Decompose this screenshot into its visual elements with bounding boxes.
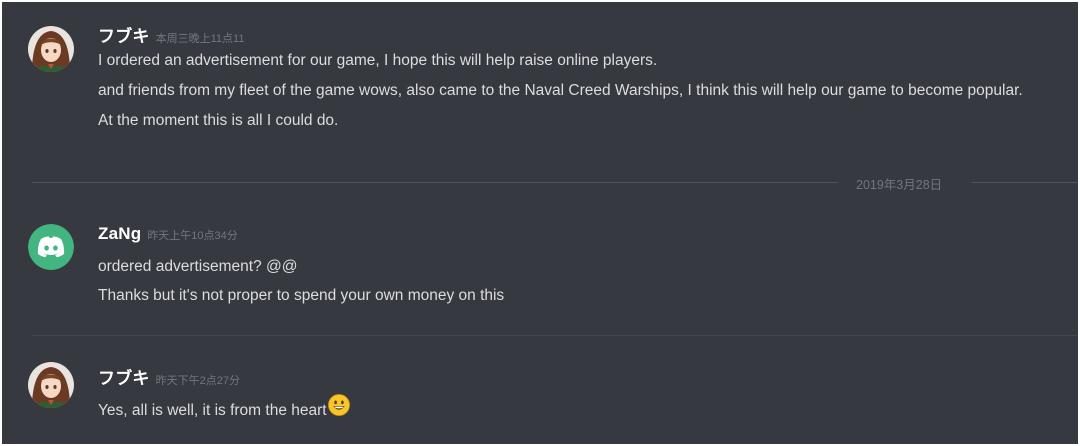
- discord-logo-avatar-icon[interactable]: [28, 224, 74, 270]
- grinning-face-emoji-icon: [327, 394, 350, 424]
- divider-rule: [32, 182, 838, 183]
- timestamp: 本周三晚上11点11: [155, 33, 245, 45]
- timestamp: 昨天下午2点27分: [155, 375, 240, 387]
- timestamp: 昨天上午10点34分: [147, 230, 238, 242]
- username[interactable]: ZaNg: [98, 224, 141, 244]
- message-text: Yes, all is well, it is from the heart: [98, 402, 327, 420]
- message-text: I ordered an advertisement for our game,…: [98, 52, 658, 69]
- chat-window: フブキ 本周三晚上11点11 I ordered an advertisemen…: [2, 2, 1078, 444]
- message-text: Thanks but it's not proper to spend your…: [98, 287, 505, 304]
- anime-girl-avatar-icon[interactable]: [28, 362, 74, 408]
- anime-girl-avatar-icon[interactable]: [28, 26, 74, 72]
- message-text: At the moment this is all I could do.: [98, 112, 339, 129]
- message-line: Yes, all is well, it is from the heart: [98, 394, 1068, 420]
- message-text: and friends from my fleet of the game wo…: [98, 82, 1023, 99]
- message-separator: [32, 335, 1078, 336]
- message-header: ZaNg 昨天上午10点34分: [98, 224, 1068, 244]
- date-divider: 2019年3月28日: [32, 175, 1078, 192]
- date-divider-label: 2019年3月28日: [856, 178, 943, 192]
- divider-rule: [972, 182, 1078, 183]
- message-header: フブキ 本周三晚上11点11: [98, 22, 1068, 46]
- username[interactable]: フブキ: [98, 22, 150, 47]
- message-text: ordered advertisement? @@: [98, 258, 298, 275]
- username[interactable]: フブキ: [98, 364, 150, 389]
- message-header: フブキ 昨天下午2点27分: [98, 364, 1068, 388]
